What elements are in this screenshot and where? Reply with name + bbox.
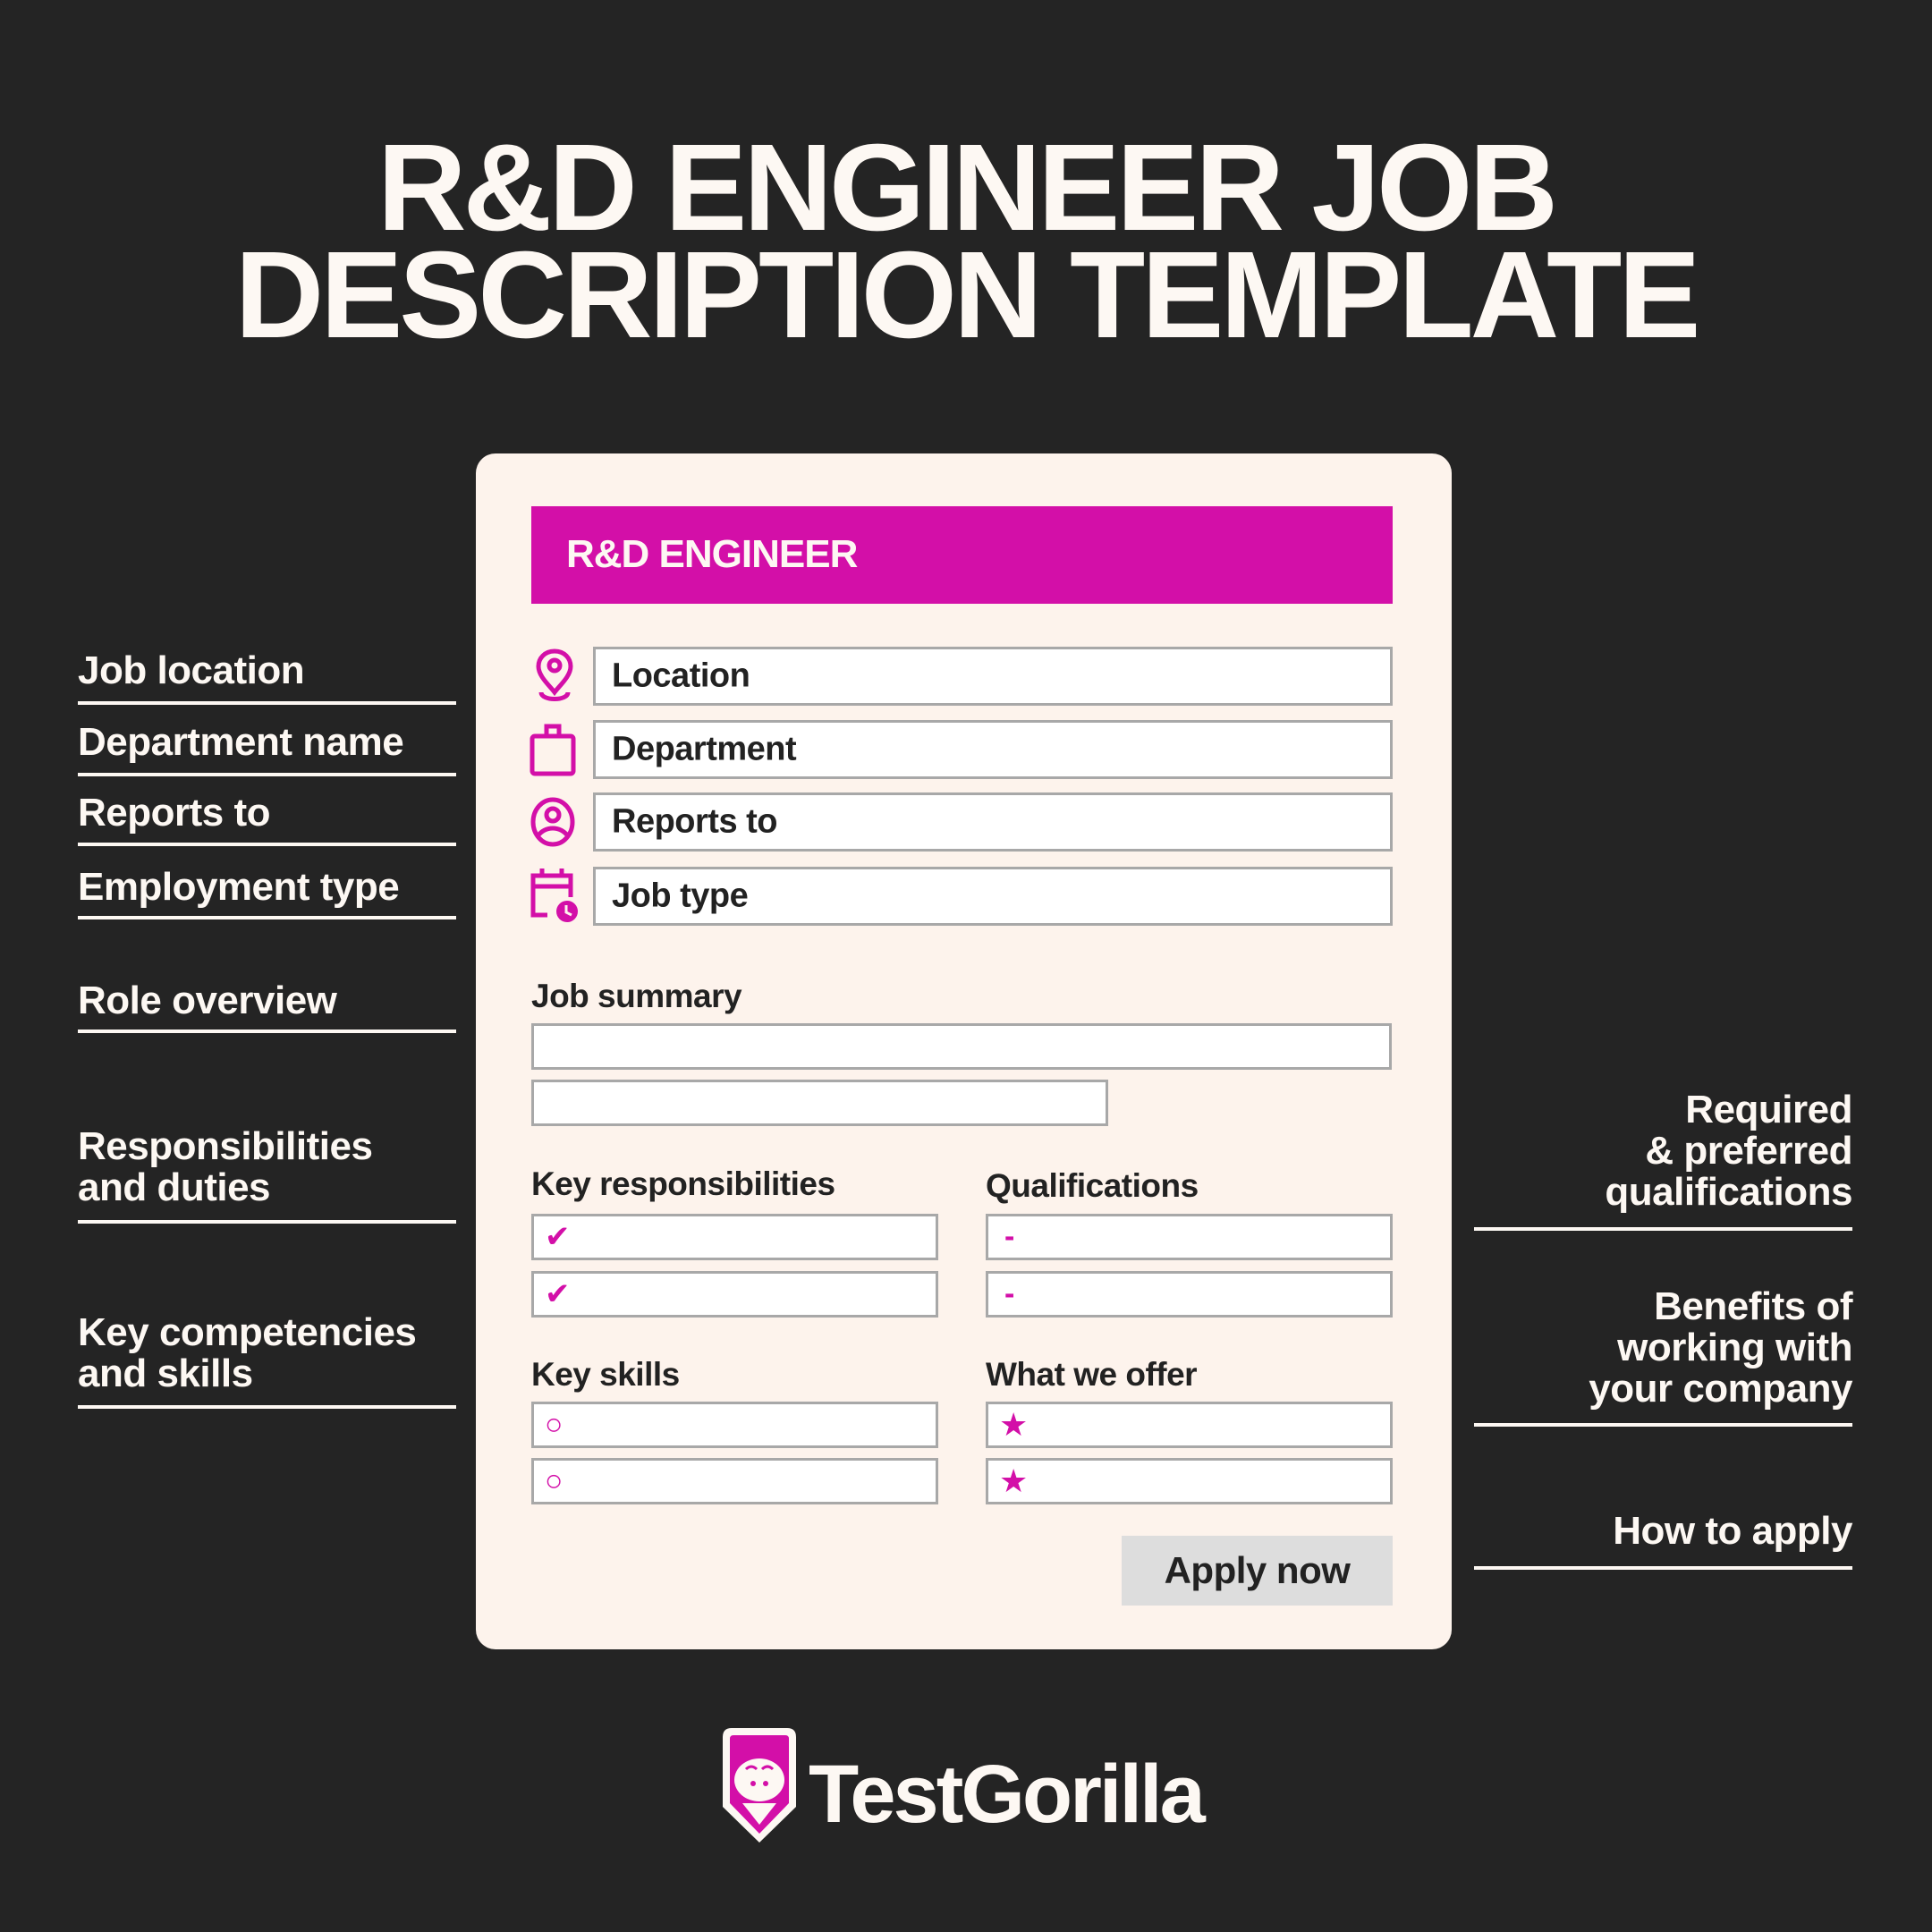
divider [78, 773, 456, 776]
skill-item[interactable]: ○ [531, 1458, 938, 1504]
label-line: Key competencies [78, 1310, 417, 1354]
job-summary-line-2[interactable] [531, 1080, 1108, 1126]
dash-icon: - [1004, 1219, 1015, 1254]
job-title: R&D ENGINEER [566, 532, 858, 576]
key-skills-label: Key skills [531, 1356, 680, 1393]
job-summary-line-1[interactable] [531, 1023, 1392, 1070]
dash-icon: - [1004, 1276, 1015, 1311]
divider [78, 1220, 456, 1224]
star-icon: ★ [999, 1406, 1029, 1443]
what-we-offer-label: What we offer [986, 1356, 1198, 1393]
job-summary-label: Job summary [531, 978, 742, 1014]
location-field[interactable]: Location [593, 647, 1393, 706]
label-line: qualifications [1605, 1170, 1852, 1214]
divider [78, 1405, 456, 1409]
reports-to-field[interactable]: Reports to [593, 792, 1393, 852]
reports-to-field-value: Reports to [612, 802, 778, 841]
label-line: Required [1685, 1088, 1852, 1131]
divider [1474, 1423, 1852, 1427]
offer-item[interactable]: ★ [986, 1402, 1393, 1448]
location-pin-icon [536, 648, 573, 701]
label-role-overview: Role overview [78, 979, 337, 1022]
page-title: R&D ENGINEER JOB DESCRIPTION TEMPLATE [0, 119, 1932, 364]
divider [78, 1030, 456, 1033]
checkmark-icon: ✔ [545, 1220, 571, 1254]
user-circle-icon [530, 797, 575, 847]
job-type-field-value: Job type [612, 877, 749, 915]
checkmark-icon: ✔ [545, 1277, 571, 1311]
title-line-2: DESCRIPTION TEMPLATE [234, 226, 1701, 364]
label-line: and duties [78, 1165, 271, 1209]
divider [78, 701, 456, 705]
qualification-item[interactable]: - [986, 1214, 1393, 1260]
title-line-1: R&D ENGINEER JOB [377, 119, 1558, 257]
calendar-clock-icon [530, 869, 578, 922]
divider [78, 916, 456, 919]
star-icon: ★ [999, 1462, 1029, 1499]
department-field-value: Department [612, 730, 797, 768]
job-type-field[interactable]: Job type [593, 867, 1393, 926]
gorilla-logo-icon [723, 1728, 796, 1843]
brand-name: TestGorilla [809, 1749, 1206, 1840]
label-line: Responsibilities [78, 1124, 373, 1168]
qualification-item[interactable]: - [986, 1271, 1393, 1318]
label-reports-to: Reports to [78, 791, 271, 835]
label-benefits: Benefits of working with your company [1474, 1286, 1852, 1410]
label-employment-type: Employment type [78, 865, 400, 909]
apply-now-button[interactable]: Apply now [1122, 1536, 1393, 1606]
circle-bullet-icon: ○ [545, 1463, 564, 1498]
label-line: & preferred [1645, 1129, 1852, 1173]
offer-item[interactable]: ★ [986, 1458, 1393, 1504]
label-qualifications: Required & preferred qualifications [1474, 1089, 1852, 1213]
responsibility-item[interactable]: ✔ [531, 1214, 938, 1260]
department-field[interactable]: Department [593, 720, 1393, 779]
label-line: and skills [78, 1352, 253, 1395]
location-field-value: Location [612, 657, 750, 695]
label-department-name: Department name [78, 720, 404, 764]
label-how-to-apply: How to apply [1613, 1509, 1852, 1553]
skill-item[interactable]: ○ [531, 1402, 938, 1448]
label-line: your company [1589, 1367, 1852, 1411]
label-responsibilities: Responsibilities and duties [78, 1126, 456, 1208]
job-title-header: R&D ENGINEER [531, 506, 1393, 604]
divider [1474, 1566, 1852, 1570]
briefcase-icon [530, 724, 576, 776]
label-line: Benefits of [1654, 1284, 1852, 1328]
label-key-competencies: Key competencies and skills [78, 1312, 456, 1394]
job-template-card: R&D ENGINEER Location Department Reports… [476, 453, 1452, 1649]
testgorilla-logo: TestGorilla [719, 1724, 1220, 1850]
label-job-location: Job location [78, 648, 305, 692]
responsibility-item[interactable]: ✔ [531, 1271, 938, 1318]
label-line: working with [1617, 1326, 1852, 1369]
qualifications-label: Qualifications [986, 1167, 1199, 1204]
key-responsibilities-label: Key responsibilities [531, 1165, 835, 1202]
divider [78, 843, 456, 846]
circle-bullet-icon: ○ [545, 1407, 564, 1442]
divider [1474, 1227, 1852, 1231]
